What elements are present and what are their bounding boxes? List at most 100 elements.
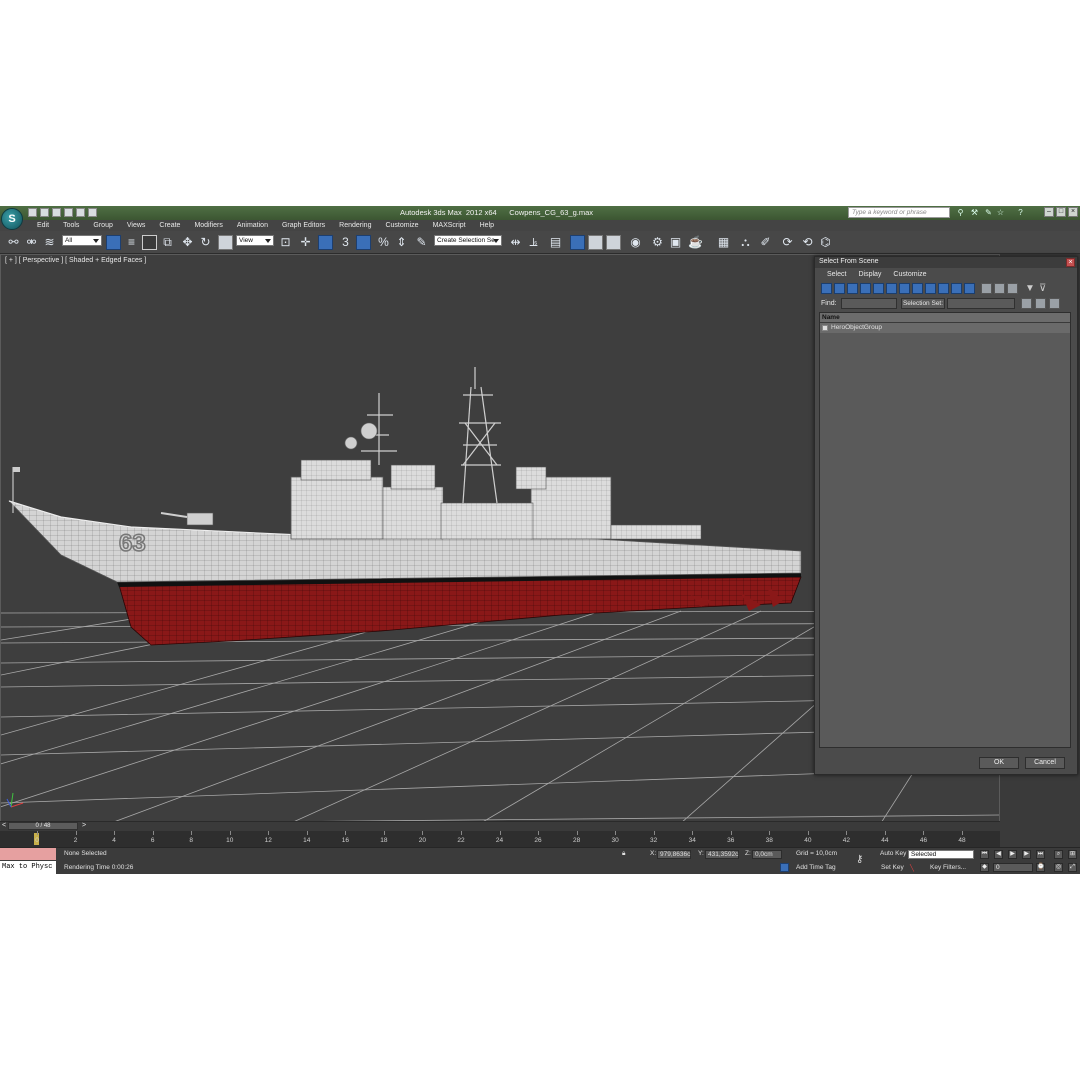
- edit-named-selection-icon[interactable]: ✎: [414, 235, 429, 250]
- display-groups-icon[interactable]: [899, 283, 910, 294]
- menu-help[interactable]: Help: [473, 220, 501, 231]
- orbit-icon[interactable]: ◎: [1054, 863, 1063, 872]
- maxscript-listener-input[interactable]: Max to Physc: [0, 861, 56, 874]
- open-file-icon[interactable]: [40, 208, 49, 217]
- layer-manager-icon[interactable]: ▤: [548, 235, 563, 250]
- menu-tools[interactable]: Tools: [56, 220, 86, 231]
- mirror-icon[interactable]: ⇹: [508, 235, 523, 250]
- dialog-title-bar[interactable]: Select From Scene ×: [815, 257, 1077, 268]
- display-lights-icon[interactable]: [847, 283, 858, 294]
- previous-frame-icon[interactable]: ◀: [994, 850, 1003, 859]
- dialog-menu-select[interactable]: Select: [821, 269, 852, 280]
- display-geometry-icon[interactable]: [821, 283, 832, 294]
- application-button[interactable]: S: [1, 208, 23, 230]
- favorites-star-icon[interactable]: ☆: [996, 208, 1005, 217]
- new-file-icon[interactable]: [28, 208, 37, 217]
- z-coordinate[interactable]: 0,0cm: [752, 850, 782, 859]
- display-containers-icon[interactable]: [938, 283, 949, 294]
- lock-icon[interactable]: 🔒︎: [622, 850, 625, 858]
- menu-edit[interactable]: Edit: [30, 220, 56, 231]
- menu-create[interactable]: Create: [152, 220, 187, 231]
- display-shapes-icon[interactable]: [834, 283, 845, 294]
- selection-filter-dropdown[interactable]: All: [62, 235, 102, 246]
- container-icon[interactable]: ▦: [716, 235, 731, 250]
- compositor-icon[interactable]: ⌬: [818, 235, 833, 250]
- display-xrefs-icon[interactable]: [912, 283, 923, 294]
- material-editor-icon[interactable]: ◉: [628, 235, 643, 250]
- minimize-button[interactable]: –: [1044, 207, 1054, 217]
- display-bones-icon[interactable]: [925, 283, 936, 294]
- display-helpers-icon[interactable]: [873, 283, 884, 294]
- scene-states-icon[interactable]: ⟳: [780, 235, 795, 250]
- display-hidden-icon[interactable]: [964, 283, 975, 294]
- schematic-view-icon[interactable]: [606, 235, 621, 250]
- select-and-manipulate-icon[interactable]: ✛: [298, 235, 313, 250]
- list-item[interactable]: HeroObjectGroup: [820, 323, 1070, 333]
- x-coordinate[interactable]: 979,8636c: [657, 850, 691, 859]
- menu-views[interactable]: Views: [120, 220, 153, 231]
- dialog-close-button[interactable]: ×: [1066, 258, 1075, 267]
- selection-set-label[interactable]: Selection Set:: [901, 298, 945, 309]
- prev-frame-arrow[interactable]: <: [2, 822, 6, 830]
- menu-animation[interactable]: Animation: [230, 220, 275, 231]
- project-folder-icon[interactable]: [88, 208, 97, 217]
- maxscript-listener-output[interactable]: [0, 848, 56, 860]
- time-configuration-icon[interactable]: ⌚: [1036, 863, 1045, 872]
- track-bar[interactable]: 0 2 4 6 8 10 12 14 16 18 20 22 24 26 28 30 32 34 36 38 40 42 4…: [0, 831, 1000, 847]
- dialog-menu-display[interactable]: Display: [852, 269, 887, 280]
- keyboard-shortcut-override-icon[interactable]: [318, 235, 333, 250]
- display-none-icon[interactable]: [994, 283, 1005, 294]
- reference-coordinate-dropdown[interactable]: View: [236, 235, 274, 246]
- rectangular-selection-icon[interactable]: [142, 235, 157, 250]
- maximize-button[interactable]: □: [1056, 207, 1066, 217]
- snaps-toggle-icon[interactable]: 3: [338, 235, 353, 250]
- dialog-menu-customize[interactable]: Customize: [887, 269, 932, 280]
- bind-space-warp-icon[interactable]: ≋: [42, 235, 57, 250]
- object-paint-icon[interactable]: ⛬: [738, 235, 753, 250]
- viewport-label[interactable]: [ + ] [ Perspective ] [ Shaded + Edged F…: [5, 257, 146, 264]
- close-button[interactable]: ×: [1068, 207, 1078, 217]
- ok-button[interactable]: OK: [979, 757, 1019, 769]
- name-column-header[interactable]: Name: [820, 313, 1070, 323]
- select-none-icon[interactable]: [1035, 298, 1046, 309]
- scene-object-list[interactable]: Name HeroObjectGroup: [819, 312, 1071, 748]
- unlink-icon[interactable]: ⚮: [24, 235, 39, 250]
- time-tag-icon[interactable]: [780, 863, 789, 872]
- display-all-icon[interactable]: [981, 283, 992, 294]
- selection-set-dropdown[interactable]: [947, 298, 1015, 309]
- render-setup-icon[interactable]: ⚙: [650, 235, 665, 250]
- current-frame-field[interactable]: 0: [993, 863, 1033, 872]
- ship-model[interactable]: 63: [7, 367, 802, 646]
- render-production-icon[interactable]: ☕: [688, 235, 703, 250]
- find-input[interactable]: [841, 298, 897, 309]
- menu-customize[interactable]: Customize: [378, 220, 425, 231]
- display-frozen-icon[interactable]: [951, 283, 962, 294]
- next-frame-arrow[interactable]: >: [82, 822, 86, 830]
- rotate-icon[interactable]: ↻: [198, 235, 213, 250]
- communication-center-icon[interactable]: ⚒: [970, 208, 979, 217]
- pivot-center-icon[interactable]: ⊡: [278, 235, 293, 250]
- key-set-dropdown[interactable]: Selected: [908, 850, 974, 859]
- time-slider[interactable]: 0 / 48: [8, 822, 78, 830]
- key-mode-icon[interactable]: ◆: [980, 863, 989, 872]
- set-key-mode-icon[interactable]: ⚷: [856, 854, 863, 865]
- next-frame-icon[interactable]: ▶: [1022, 850, 1031, 859]
- align-icon[interactable]: ⫡: [526, 235, 541, 250]
- play-icon[interactable]: ▶: [1008, 850, 1017, 859]
- zoom-icon[interactable]: ⌕: [1054, 850, 1063, 859]
- cancel-button[interactable]: Cancel: [1025, 757, 1065, 769]
- go-to-end-icon[interactable]: ⏭: [1036, 850, 1045, 859]
- key-icon[interactable]: ╲: [910, 864, 914, 872]
- filter-icon[interactable]: ▼: [1025, 283, 1036, 294]
- select-object-icon[interactable]: [106, 235, 121, 250]
- go-to-start-icon[interactable]: ⏮: [980, 850, 989, 859]
- undo-icon[interactable]: [64, 208, 73, 217]
- rendered-frame-window-icon[interactable]: ▣: [668, 235, 683, 250]
- window-crossing-icon[interactable]: ⧉: [160, 235, 175, 250]
- graphite-modeling-tools-icon[interactable]: [570, 235, 585, 250]
- y-coordinate[interactable]: 431,3592c: [705, 850, 739, 859]
- select-invert-icon[interactable]: [1049, 298, 1060, 309]
- help-search-input[interactable]: Type a keyword or phrase: [848, 207, 950, 218]
- display-space-warps-icon[interactable]: [886, 283, 897, 294]
- named-selection-sets-dropdown[interactable]: Create Selection Se: [434, 235, 502, 246]
